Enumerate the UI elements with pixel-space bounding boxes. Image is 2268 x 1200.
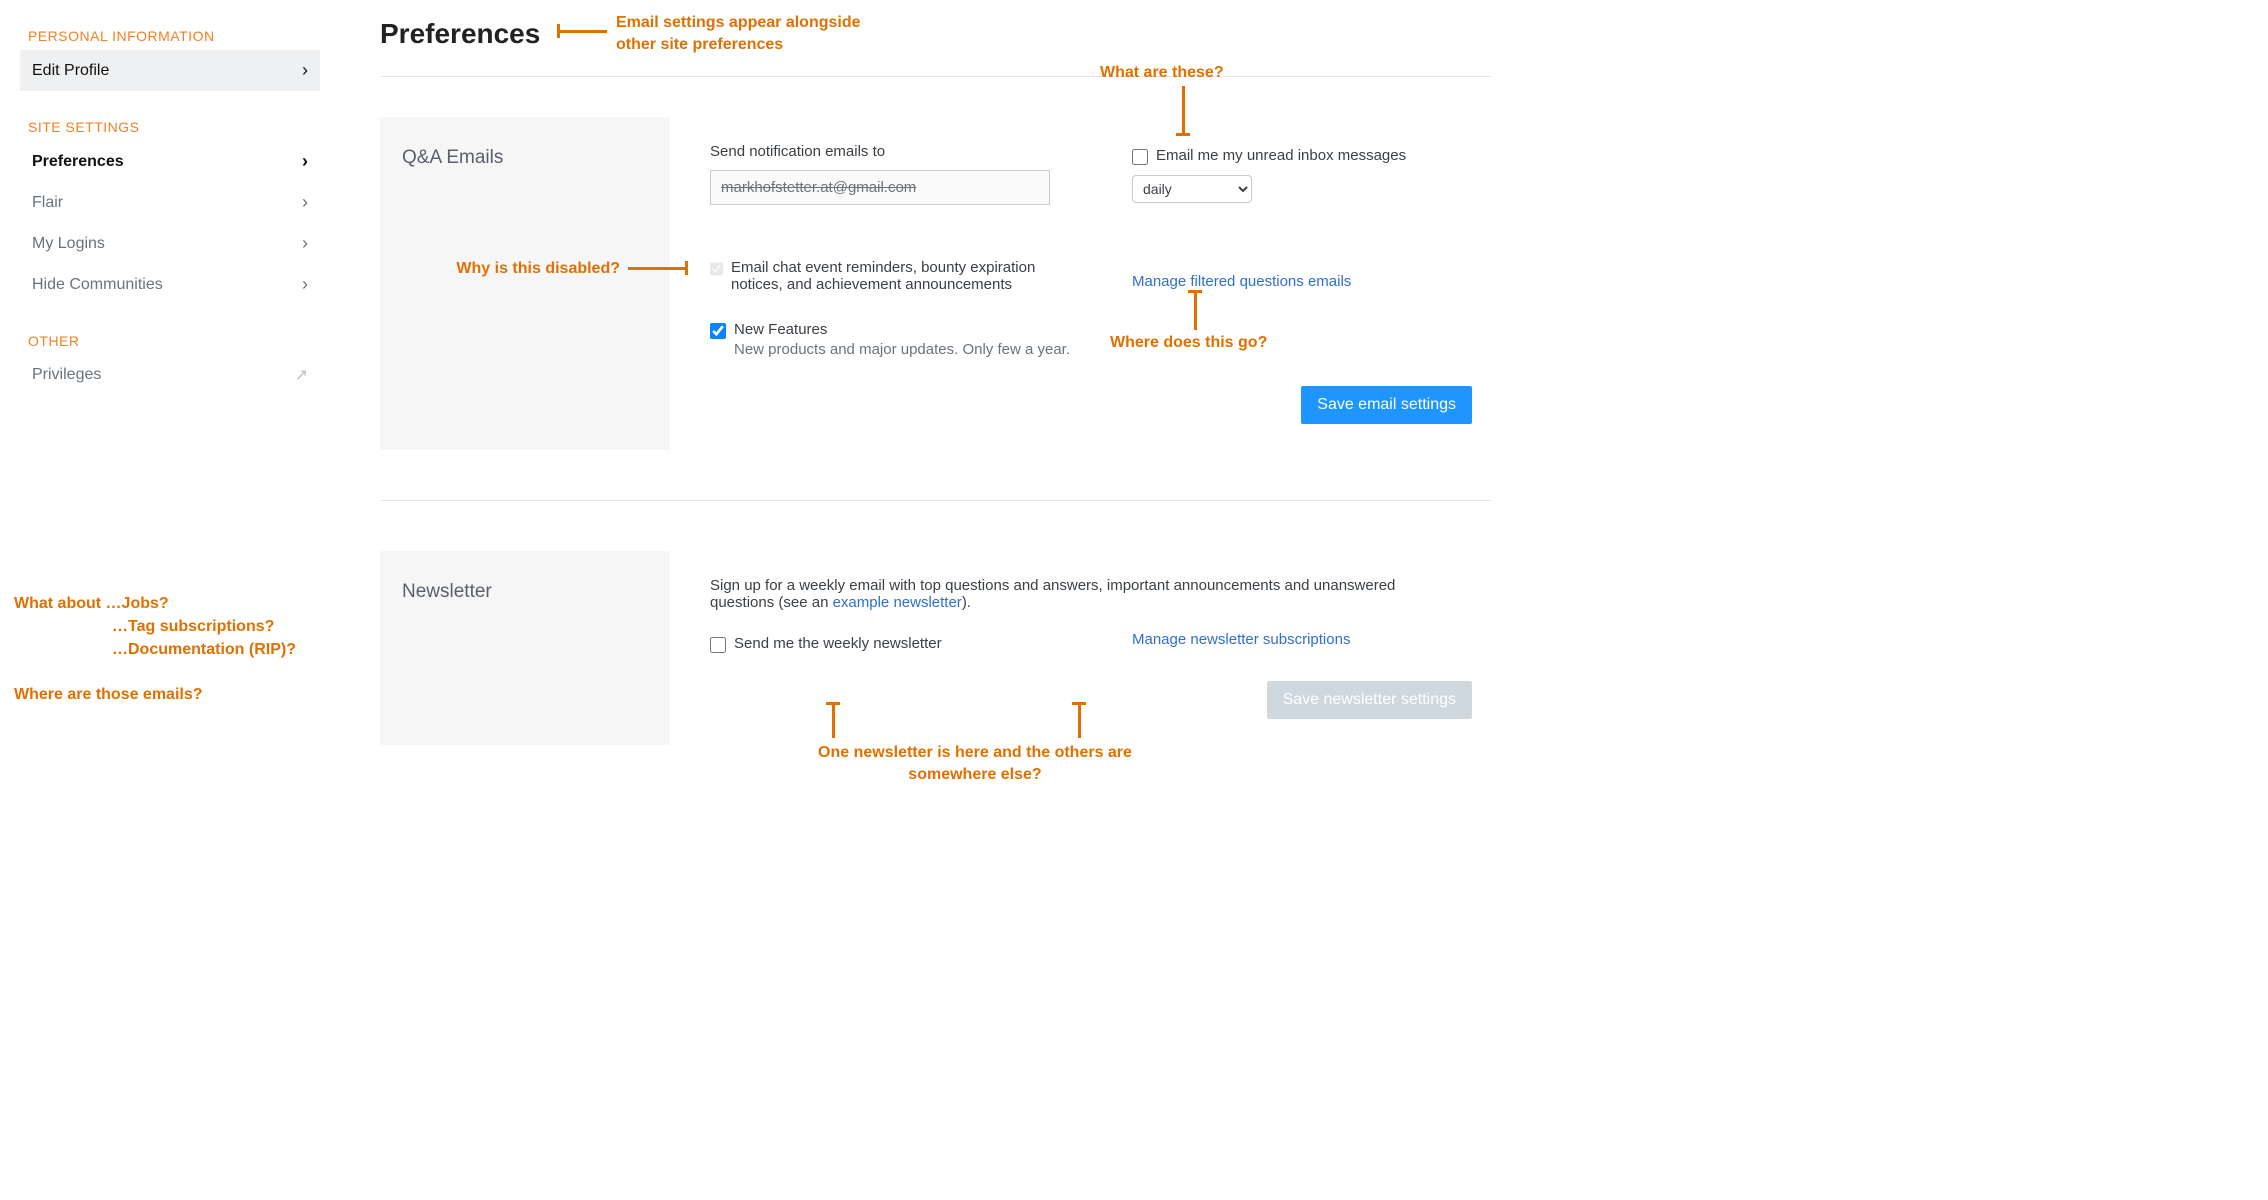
chevron-right-icon: ›	[302, 192, 308, 213]
manage-filtered-link[interactable]: Manage filtered questions emails	[1132, 273, 1351, 290]
section-other: Other	[28, 333, 320, 349]
sidebar-item-label: My Logins	[32, 235, 105, 253]
unread-inbox-checkbox[interactable]	[1132, 149, 1148, 165]
settings-sidebar: Personal Information Edit Profile › Site…	[20, 0, 320, 745]
reminders-label: Email chat event reminders, bounty expir…	[731, 259, 1050, 293]
external-link-icon: ↗	[295, 365, 308, 385]
save-email-settings-button[interactable]: Save email settings	[1301, 386, 1472, 424]
sidebar-item-hide-communities[interactable]: Hide Communities ›	[20, 264, 320, 305]
sidebar-item-flair[interactable]: Flair ›	[20, 182, 320, 223]
qna-emails-block: Q&A Emails Send notification emails to m…	[380, 117, 1492, 450]
section-heading-newsletter: Newsletter	[402, 581, 648, 603]
unread-frequency-select[interactable]: daily	[1132, 175, 1252, 203]
sidebar-item-my-logins[interactable]: My Logins ›	[20, 223, 320, 264]
sidebar-item-label: Flair	[32, 194, 63, 212]
new-features-checkbox[interactable]	[710, 323, 726, 339]
chevron-right-icon: ›	[302, 274, 308, 295]
annotation-tick	[685, 261, 688, 275]
chevron-right-icon: ›	[302, 151, 308, 172]
divider	[380, 500, 1492, 501]
weekly-newsletter-label: Send me the weekly newsletter	[734, 635, 942, 652]
sidebar-item-label: Privileges	[32, 366, 101, 384]
main-content: Preferences Q&A Emails Send notification…	[320, 0, 1492, 745]
section-site-settings: Site Settings	[28, 119, 320, 135]
page-title: Preferences	[380, 18, 540, 50]
newsletter-description: Sign up for a weekly email with top ques…	[710, 577, 1450, 611]
new-features-subtitle: New products and major updates. Only few…	[734, 341, 1092, 358]
sidebar-item-label: Hide Communities	[32, 276, 163, 294]
unread-inbox-label: Email me my unread inbox messages	[1156, 147, 1406, 164]
sidebar-item-label: Edit Profile	[32, 62, 109, 80]
chevron-right-icon: ›	[302, 233, 308, 254]
send-to-label: Send notification emails to	[710, 143, 1092, 160]
section-personal-information: Personal Information	[28, 28, 320, 44]
manage-newsletter-subs-link[interactable]: Manage newsletter subscriptions	[1132, 631, 1350, 648]
weekly-newsletter-checkbox[interactable]	[710, 637, 726, 653]
sidebar-item-preferences[interactable]: Preferences ›	[20, 141, 320, 182]
sidebar-item-label: Preferences	[32, 153, 124, 171]
chevron-right-icon: ›	[302, 60, 308, 81]
notification-email-input[interactable]: markhofstetter.at@gmail.com	[710, 170, 1050, 205]
save-newsletter-settings-button: Save newsletter settings	[1267, 681, 1472, 719]
annotation-tick	[557, 24, 560, 38]
section-heading-qna: Q&A Emails	[402, 147, 648, 169]
example-newsletter-link[interactable]: example newsletter	[833, 594, 962, 611]
new-features-title: New Features	[734, 321, 827, 338]
sidebar-item-edit-profile[interactable]: Edit Profile ›	[20, 50, 320, 91]
reminders-checkbox	[710, 261, 723, 277]
newsletter-block: Newsletter Sign up for a weekly email wi…	[380, 551, 1492, 745]
divider	[380, 76, 1492, 77]
sidebar-item-privileges[interactable]: Privileges ↗	[20, 355, 320, 395]
